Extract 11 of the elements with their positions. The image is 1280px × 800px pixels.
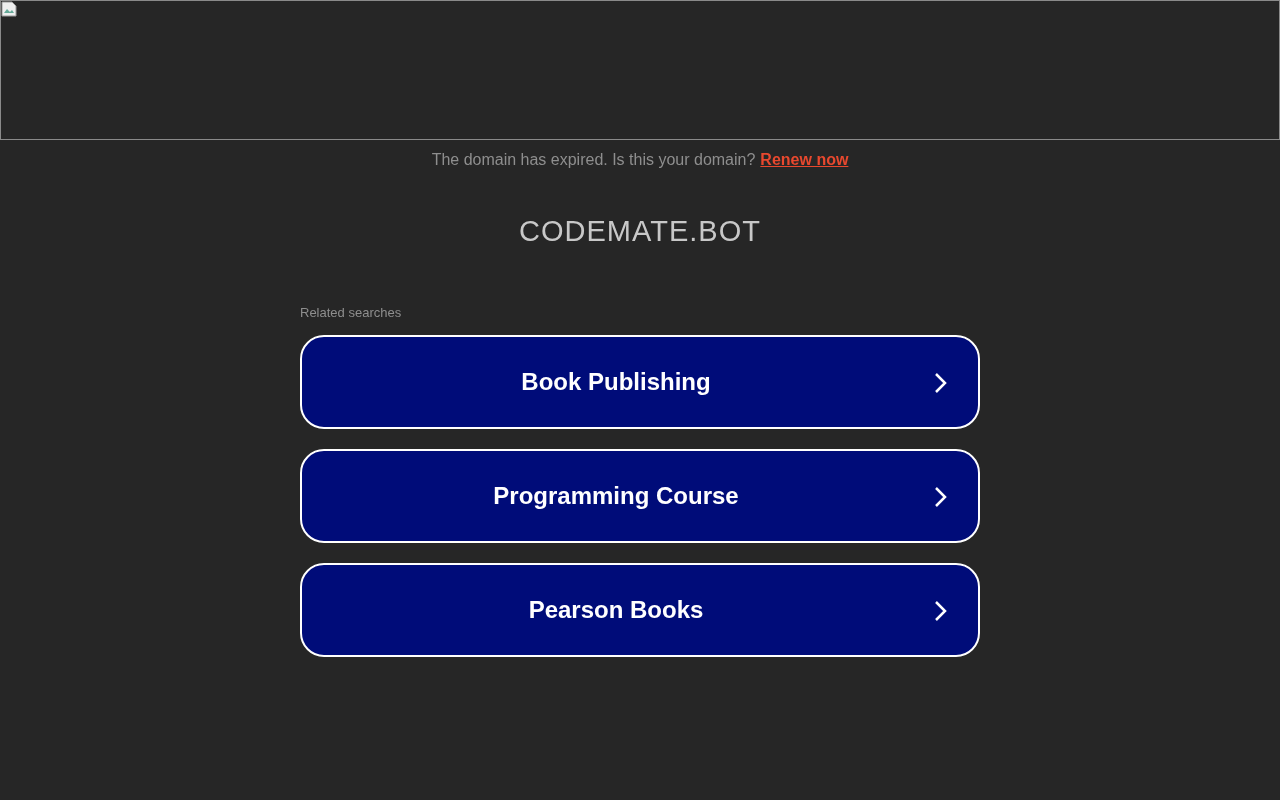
chevron-right-icon	[934, 486, 948, 508]
related-heading: Related searches	[300, 305, 403, 320]
search-link-button[interactable]: Book Publishing	[300, 335, 980, 429]
search-link-button[interactable]: Programming Course	[300, 449, 980, 543]
chevron-right-icon	[934, 600, 948, 622]
search-link-button[interactable]: Pearson Books	[300, 563, 980, 657]
broken-image-icon	[1, 1, 17, 17]
chevron-right-icon	[934, 372, 948, 394]
expiry-notice: The domain has expired. Is this your domain?	[431, 151, 756, 169]
domain-name: CODEMATE.BOT	[519, 215, 761, 248]
renew-link[interactable]: Renew now	[760, 151, 849, 169]
